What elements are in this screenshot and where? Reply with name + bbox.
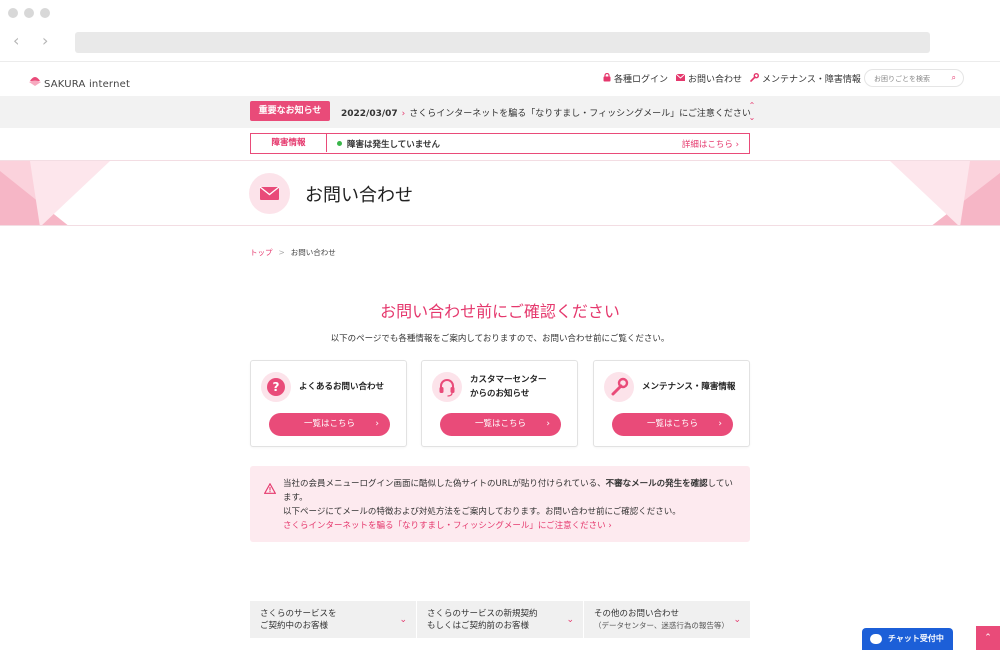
nav-maintenance[interactable]: メンテナンス・障害情報 xyxy=(750,72,861,85)
section-lead: 以下のページでも各種情報をご案内しておりますので、お問い合わせ前にご覧ください。 xyxy=(330,334,670,344)
alert-line-2: 以下ページにてメールの特徴および対処方法をご案内しております。お問い合わせ前にご… xyxy=(283,507,681,517)
card-maintenance-button[interactable]: 一覧はこちら › xyxy=(612,413,733,436)
nav-contact[interactable]: お問い合わせ xyxy=(675,72,743,85)
chevron-down-icon[interactable]: ⌄ xyxy=(747,112,757,124)
phishing-alert: 当社の会員メニューログイン画面に酷似した偽サイトのURLが貼り付けられている、不… xyxy=(250,466,750,542)
chevron-down-icon: ⌄ xyxy=(566,615,574,625)
accordion-sub: （データセンター、迷惑行為の報告等） xyxy=(594,621,729,630)
card-customer-center: カスタマーセンター からのお知らせ 一覧はこちら › xyxy=(421,360,578,447)
chevron-right-icon: › xyxy=(375,419,379,429)
logo-text: SAKURA internet xyxy=(44,79,131,90)
chat-bubble-icon xyxy=(870,634,882,644)
trouble-status: 障害は発生していません xyxy=(337,138,440,150)
alert-phishing-link[interactable]: さくらインターネットを騙る「なりすまし・フィッシングメール」にご注意ください › xyxy=(283,519,738,533)
nav-maintenance-label: メンテナンス・障害情報 xyxy=(762,75,861,85)
window-maximize-dot[interactable] xyxy=(40,8,50,18)
hero-decoration xyxy=(0,161,1000,225)
accordion-line-2: もしくはご契約前のお客様 xyxy=(427,621,530,631)
important-notice-link[interactable]: 2022/03/07 › さくらインターネットを騙る「なりすまし・フィッシングメール… xyxy=(341,106,751,119)
nav-contact-label: お問い合わせ xyxy=(688,75,743,85)
browser-chrome: ‹ › xyxy=(0,0,1000,62)
card-faq: ? よくあるお問い合わせ 一覧はこちら › xyxy=(250,360,407,447)
card-faq-button-label: 一覧はこちら xyxy=(303,419,355,429)
window-minimize-dot[interactable] xyxy=(24,8,34,18)
breadcrumb-separator-icon: > xyxy=(278,248,285,257)
page-title: お問い合わせ xyxy=(305,185,413,206)
card-faq-button[interactable]: 一覧はこちら › xyxy=(269,413,390,436)
accordion-new-customers[interactable]: さくらのサービスの新規契約 もしくはご契約前のお客様 ⌄ xyxy=(417,601,583,638)
wrench-icon xyxy=(604,372,634,402)
mail-icon xyxy=(675,73,686,84)
notice-date: 2022/03/07 xyxy=(341,109,398,119)
logo[interactable]: SAKURA internet xyxy=(28,67,130,91)
breadcrumb: トップ > お問い合わせ xyxy=(250,247,336,258)
important-notice-badge: 重要なお知らせ xyxy=(250,101,330,121)
forward-icon[interactable]: › xyxy=(42,33,48,49)
nav-login[interactable]: 各種ログイン xyxy=(603,72,668,85)
card-customer-center-button-label: 一覧はこちら xyxy=(474,419,526,429)
alert-line-1-emphasis: 不審なメールの発生を確認 xyxy=(605,479,708,489)
alert-line-1: 当社の会員メニューログイン画面に酷似した偽サイトのURLが貼り付けられている、不… xyxy=(283,477,738,505)
chevron-right-icon: › xyxy=(546,419,550,429)
chat-button-label: チャット受付中 xyxy=(888,634,944,643)
notice-scroll-control[interactable]: ⌃ ⌄ xyxy=(747,100,757,124)
window-close-dot[interactable] xyxy=(8,8,18,18)
card-maintenance: メンテナンス・障害情報 一覧はこちら › xyxy=(593,360,750,447)
svg-text:?: ? xyxy=(273,380,280,394)
chevron-right-icon: › xyxy=(718,419,722,429)
search-icon[interactable]: ⌕ xyxy=(952,73,956,83)
card-maintenance-title: メンテナンス・障害情報 xyxy=(642,382,736,392)
trouble-info-label: 障害情報 xyxy=(251,134,327,152)
accordion-line-1: さくらのサービスの新規契約 xyxy=(427,609,538,619)
important-notice-bar: 重要なお知らせ 2022/03/07 › さくらインターネットを騙る「なりすまし・フ… xyxy=(0,96,1000,128)
back-to-top-button[interactable]: ⌃ xyxy=(976,626,1000,650)
breadcrumb-current: お問い合わせ xyxy=(290,248,336,257)
accordion-line-2: ご契約中のお客様 xyxy=(260,621,329,631)
lock-icon xyxy=(603,72,611,85)
back-icon[interactable]: ‹ xyxy=(13,33,19,49)
wrench-icon xyxy=(750,72,760,85)
nav-login-label: 各種ログイン xyxy=(614,75,669,85)
accordion-line-1: その他のお問い合わせ xyxy=(594,609,680,619)
warning-icon xyxy=(263,479,277,498)
section-title: お問い合わせ前にご確認ください xyxy=(380,302,620,321)
alert-line-1-a: 当社の会員メニューログイン画面に酷似した偽サイトのURLが貼り付けられている、 xyxy=(283,479,606,489)
hero-mail-icon xyxy=(249,173,290,214)
alert-body: 当社の会員メニューログイン画面に酷似した偽サイトのURLが貼り付けられている、不… xyxy=(283,477,738,533)
chevron-down-icon: ⌄ xyxy=(733,615,741,625)
breadcrumb-home[interactable]: トップ xyxy=(250,248,273,257)
chat-button[interactable]: チャット受付中 xyxy=(862,628,953,650)
card-customer-center-button[interactable]: 一覧はこちら › xyxy=(440,413,561,436)
chevron-down-icon: ⌄ xyxy=(399,615,407,625)
search-input[interactable]: お困りごとを検索 ⌕ xyxy=(864,69,964,87)
accordion-existing-customers[interactable]: さくらのサービスを ご契約中のお客様 ⌄ xyxy=(250,601,416,638)
card-maintenance-button-label: 一覧はこちら xyxy=(646,419,698,429)
accordion-line-1: さくらのサービスを xyxy=(260,609,337,619)
address-bar[interactable] xyxy=(75,32,930,53)
card-faq-title: よくあるお問い合わせ xyxy=(299,382,385,392)
page-hero: お問い合わせ xyxy=(0,160,1000,226)
site-header: SAKURA internet 各種ログイン お問い合わせ メンテナンス・障害情… xyxy=(0,62,1000,96)
headset-icon xyxy=(432,372,462,402)
notice-arrow-icon: › xyxy=(401,109,406,119)
chevron-up-icon[interactable]: ⌃ xyxy=(747,100,757,112)
trouble-status-text: 障害は発生していません xyxy=(347,140,440,150)
card-customer-center-title: カスタマーセンター からのお知らせ xyxy=(470,375,547,399)
trouble-detail-link[interactable]: 詳細はこちら › xyxy=(682,138,739,150)
trouble-info-box: 障害情報 障害は発生していません 詳細はこちら › xyxy=(250,133,750,154)
search-placeholder: お困りごとを検索 xyxy=(874,75,930,83)
question-icon: ? xyxy=(261,372,291,402)
accordion-other-inquiries[interactable]: その他のお問い合わせ （データセンター、迷惑行為の報告等） ⌄ xyxy=(584,601,750,638)
notice-text: さくらインターネットを騙る「なりすまし・フィッシングメール」にご注意ください xyxy=(409,109,751,119)
sakura-logo-icon xyxy=(28,71,42,91)
status-ok-dot xyxy=(337,141,342,146)
